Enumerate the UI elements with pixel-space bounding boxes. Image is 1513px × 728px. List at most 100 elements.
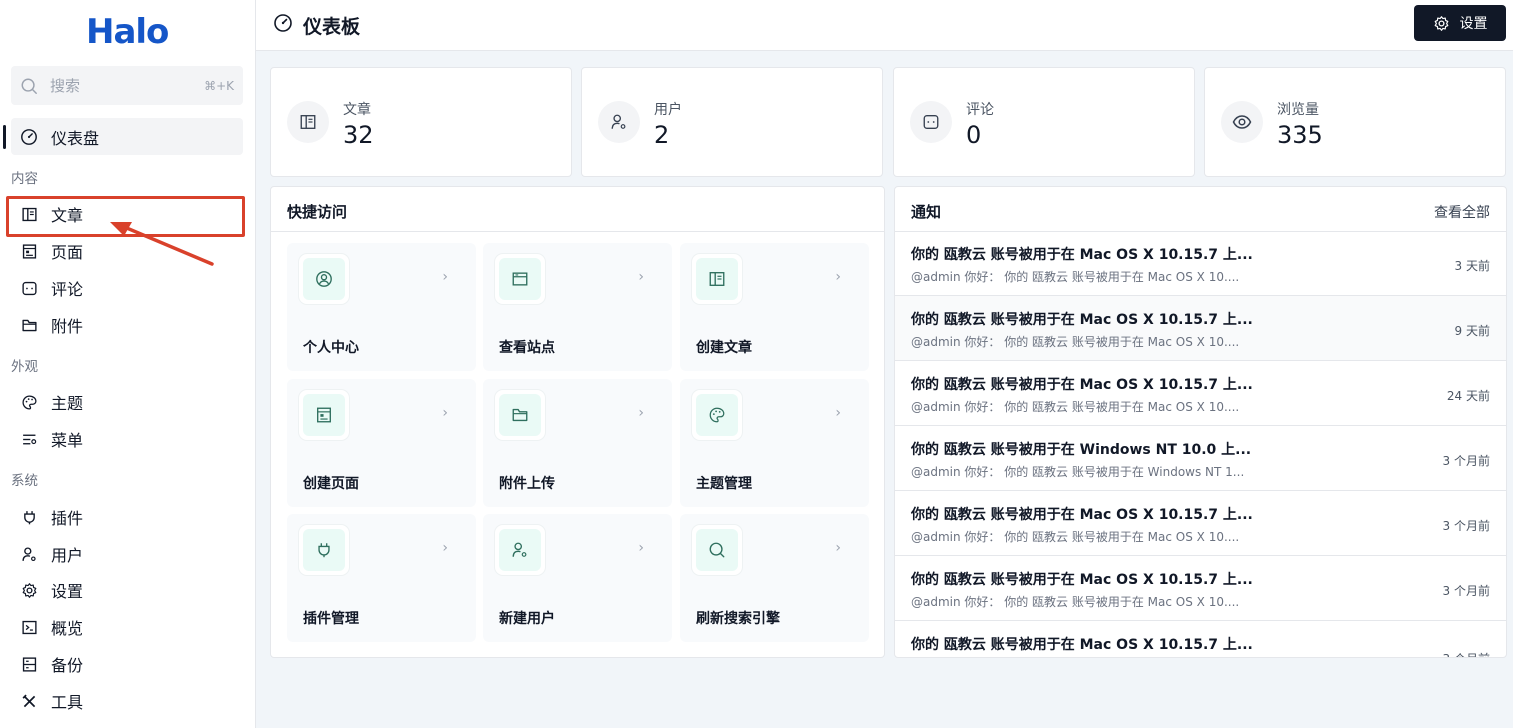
chevron-right-icon: ›	[442, 269, 448, 285]
sidebar-item-users[interactable]: 用户	[11, 537, 243, 571]
sidebar-item-backup[interactable]: 备份	[11, 647, 243, 681]
quick-tile-view-site[interactable]: › 查看站点	[483, 243, 672, 371]
chevron-right-icon: ›	[835, 269, 841, 285]
chevron-right-icon: ›	[835, 405, 841, 421]
tile-icon	[495, 525, 545, 575]
comments-icon	[910, 101, 952, 143]
search-input[interactable]: 搜索 ⌘+K	[11, 66, 243, 105]
tile-label: 主题管理	[696, 476, 752, 492]
gear-icon	[1434, 15, 1448, 31]
view-all-link[interactable]: 查看全部	[1434, 202, 1490, 222]
annotation-arrow	[110, 222, 214, 266]
sidebar-item-menus[interactable]: 菜单	[11, 422, 243, 456]
notification-time: 3 个月前	[1443, 650, 1490, 657]
notification-time: 3 天前	[1454, 259, 1490, 273]
sidebar-item-label: 附件	[51, 317, 84, 336]
tile-label: 个人中心	[303, 340, 359, 356]
sidebar-item-label: 概览	[51, 619, 84, 638]
stat-card-views: 浏览量 335	[1204, 67, 1506, 177]
page-title: 仪表板	[303, 16, 361, 38]
sidebar-item-attachments[interactable]: 附件	[11, 308, 243, 342]
notification-title: 你的 瓯教云 账号被用于在 Mac OS X 10.15.7 上...	[911, 377, 1253, 393]
notification-item[interactable]: 你的 瓯教云 账号被用于在 Mac OS X 10.15.7 上... @adm…	[895, 296, 1506, 361]
sidebar-item-label: 菜单	[51, 431, 84, 450]
tile-label: 查看站点	[499, 340, 555, 356]
notification-preview: @admin 你好： 你的 瓯教云 账号被用于在 Mac OS X 10....	[911, 595, 1240, 609]
stat-value: 32	[343, 121, 374, 149]
sidebar-item-plugins[interactable]: 插件	[11, 500, 243, 534]
stat-label: 文章	[343, 102, 371, 118]
gear-icon	[20, 581, 38, 599]
search-icon	[709, 542, 725, 558]
sidebar-item-label: 评论	[51, 280, 84, 299]
tile-icon	[692, 254, 742, 304]
stat-label: 浏览量	[1277, 102, 1319, 118]
stat-value: 335	[1277, 121, 1323, 149]
quick-tile-new-user[interactable]: › 新建用户	[483, 514, 672, 642]
notification-time: 9 天前	[1454, 324, 1490, 338]
sidebar-item-label: 工具	[51, 693, 84, 712]
tile-label: 附件上传	[499, 476, 555, 492]
sidebar-item-tools[interactable]: 工具	[11, 684, 243, 718]
user-circle-icon	[316, 271, 332, 287]
dashboard-icon	[274, 14, 292, 32]
notification-title: 你的 瓯教云 账号被用于在 Mac OS X 10.15.7 上...	[911, 312, 1253, 328]
chevron-right-icon: ›	[638, 540, 644, 556]
sidebar-item-label: 设置	[51, 582, 84, 601]
stat-label: 评论	[966, 102, 994, 118]
palette-icon	[709, 407, 725, 423]
stat-card-posts: 文章 32	[270, 67, 572, 177]
notification-title: 你的 瓯教云 账号被用于在 Mac OS X 10.15.7 上...	[911, 637, 1253, 653]
notification-time: 3 个月前	[1442, 519, 1490, 533]
tile-icon	[495, 390, 545, 440]
notification-title: 你的 瓯教云 账号被用于在 Mac OS X 10.15.7 上...	[911, 507, 1253, 523]
notification-title: 你的 瓯教云 账号被用于在 Mac OS X 10.15.7 上...	[911, 247, 1253, 263]
search-shortcut: ⌘+K	[204, 78, 234, 93]
notification-preview: @admin 你好： 你的 瓯教云 账号被用于在 Windows NT 1...	[911, 465, 1245, 479]
tile-icon	[495, 254, 545, 304]
quick-tile-create-post[interactable]: › 创建文章	[680, 243, 869, 371]
quick-access-panel: 快捷访问 › 个人中心 › 查看站点 › 创建文章 › 创建页面 › 附件上传 …	[270, 186, 885, 658]
chevron-right-icon: ›	[442, 540, 448, 556]
posts-icon	[287, 101, 329, 143]
tools-icon	[20, 692, 38, 710]
tile-label: 创建页面	[303, 476, 359, 492]
quick-tile-theme-management[interactable]: › 主题管理	[680, 379, 869, 507]
sidebar-item-dashboard[interactable]: 仪表盘	[11, 118, 243, 155]
sidebar-item-label: 备份	[51, 656, 84, 675]
notification-preview: @admin 你好： 你的 瓯教云 账号被用于在 Mac OS X 10....	[911, 335, 1240, 349]
stat-value: 2	[654, 121, 670, 149]
notification-item[interactable]: 你的 瓯教云 账号被用于在 Mac OS X 10.15.7 上... 3 个月…	[895, 621, 1506, 657]
folder-icon	[20, 316, 38, 334]
notification-item[interactable]: 你的 瓯教云 账号被用于在 Windows NT 10.0 上... @admi…	[895, 426, 1506, 491]
sidebar-item-label: 仪表盘	[51, 128, 100, 148]
tile-icon	[299, 254, 349, 304]
sidebar-item-overview[interactable]: 概览	[11, 610, 243, 644]
chevron-right-icon: ›	[442, 405, 448, 421]
notification-item[interactable]: 你的 瓯教云 账号被用于在 Mac OS X 10.15.7 上... @adm…	[895, 231, 1506, 296]
sidebar-item-themes[interactable]: 主题	[11, 385, 243, 419]
sidebar-item-label: 插件	[51, 509, 84, 528]
palette-icon	[20, 393, 38, 411]
notification-preview: @admin 你好： 你的 瓯教云 账号被用于在 Mac OS X 10....	[911, 530, 1240, 544]
sidebar-item-comments[interactable]: 评论	[11, 271, 243, 305]
quick-tile-refresh-search-engine[interactable]: › 刷新搜索引擎	[680, 514, 869, 642]
terminal-icon	[20, 618, 38, 636]
notification-item[interactable]: 你的 瓯教云 账号被用于在 Mac OS X 10.15.7 上... @adm…	[895, 556, 1506, 621]
sidebar-item-settings[interactable]: 设置	[11, 573, 243, 607]
user-settings-icon	[512, 542, 527, 557]
notification-item[interactable]: 你的 瓯教云 账号被用于在 Mac OS X 10.15.7 上... @adm…	[895, 361, 1506, 426]
sidebar-item-label: 页面	[51, 243, 84, 262]
eye-icon	[1221, 101, 1263, 143]
halo-logo[interactable]: Halo	[86, 12, 170, 52]
pages-icon	[317, 407, 331, 423]
notification-item[interactable]: 你的 瓯教云 账号被用于在 Mac OS X 10.15.7 上... @adm…	[895, 491, 1506, 556]
settings-button[interactable]: 设置	[1414, 5, 1506, 41]
quick-tile-profile[interactable]: › 个人中心	[287, 243, 476, 371]
quick-tile-upload-attachment[interactable]: › 附件上传	[483, 379, 672, 507]
chevron-right-icon: ›	[638, 269, 644, 285]
quick-tile-create-page[interactable]: › 创建页面	[287, 379, 476, 507]
quick-tile-plugin-management[interactable]: › 插件管理	[287, 514, 476, 642]
tile-label: 创建文章	[696, 340, 752, 356]
sidebar-item-label: 主题	[51, 394, 84, 413]
